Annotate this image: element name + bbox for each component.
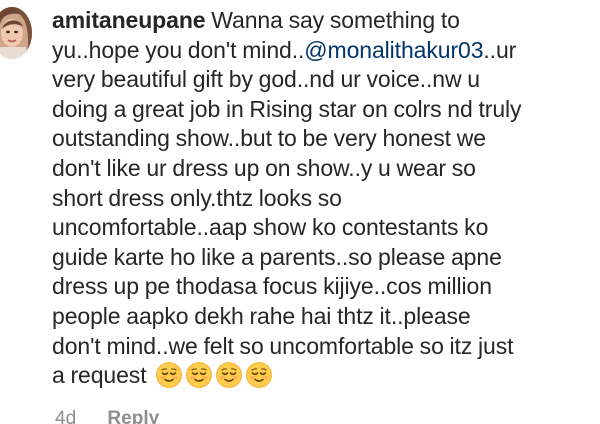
relieved-face-emoji-icon [186, 362, 213, 389]
comment-timestamp: 4d [55, 407, 77, 424]
avatar[interactable] [0, 7, 32, 59]
relieved-face-emoji-icon [216, 362, 243, 389]
comment-line: amitaneupane Wanna say something to [52, 6, 592, 36]
comment-line: outstanding show..but to be very honest … [52, 125, 486, 152]
username-link[interactable]: amitaneupane [52, 7, 206, 33]
comment-line: don't mind..we felt so uncomfortable so … [52, 332, 514, 359]
relieved-face-emoji-icon [246, 362, 273, 389]
comment-text: amitaneupane Wanna say something to yu..… [52, 6, 592, 396]
comment-line: short dress only.thtz looks so [52, 184, 342, 211]
comment-meta: 4d Reply [52, 408, 592, 424]
comment-line: yu..hope you don't mind..@monalithakur03… [52, 36, 592, 66]
profile-photo-icon [0, 7, 32, 59]
comment-line: a request [52, 361, 592, 396]
relieved-face-emoji-icon [156, 362, 183, 389]
comment-text-segment: ..ur [483, 36, 517, 63]
comment-line: very beautiful gift by god..nd ur voice.… [52, 66, 480, 93]
comment-text-segment: a request [52, 362, 153, 389]
comment-line: don't like ur dress up on show..y u wear… [52, 154, 476, 181]
comment-text-segment: Wanna say something to [205, 7, 460, 33]
mention-link[interactable]: @monalithakur03 [304, 37, 483, 63]
comment-body: amitaneupane Wanna say something to yu..… [52, 6, 592, 424]
comment-line: uncomfortable..aap show ko contestants k… [52, 214, 489, 241]
comment-line: guide karte ho like a parents..so please… [52, 243, 502, 270]
reply-button[interactable]: Reply [107, 408, 159, 424]
comment-text-segment: yu..hope you don't mind.. [52, 36, 305, 63]
comment-line: doing a great job in Rising star on colr… [52, 95, 522, 122]
emoji-row [152, 362, 273, 396]
comment: amitaneupane Wanna say something to yu..… [0, 0, 600, 424]
comment-line: dress up pe thodasa focus kijiye..cos mi… [52, 273, 492, 300]
comment-line: people aapko dekh rahe hai thtz it..plea… [52, 302, 471, 329]
